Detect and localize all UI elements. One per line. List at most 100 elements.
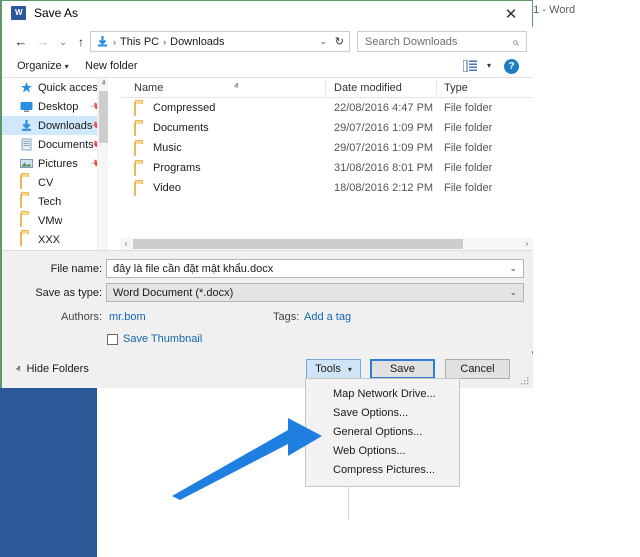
close-icon[interactable]: ✕ bbox=[490, 1, 532, 27]
table-row[interactable]: Music 29/07/2016 1:09 PM File folder bbox=[120, 139, 533, 159]
recent-locations-icon[interactable]: ⌄ bbox=[54, 33, 72, 51]
resize-grip-icon[interactable] bbox=[520, 376, 529, 385]
menu-item-compress-pictures[interactable]: Compress Pictures... bbox=[306, 461, 459, 480]
file-name-value: đây là file cần đặt mật khẩu.docx bbox=[113, 263, 273, 275]
search-input[interactable]: Search Downloads bbox=[365, 36, 457, 48]
scrollbar-thumb[interactable] bbox=[133, 239, 463, 249]
tools-button[interactable]: Tools ▾ bbox=[306, 359, 361, 379]
tools-label: Tools bbox=[315, 363, 341, 375]
folder-icon bbox=[134, 143, 136, 155]
downloads-icon bbox=[96, 35, 109, 48]
sidebar-item-vmw[interactable]: VMw bbox=[2, 211, 108, 230]
column-divider[interactable] bbox=[436, 80, 437, 95]
sidebar-item-tech[interactable]: Tech bbox=[2, 192, 108, 211]
folder-icon bbox=[20, 233, 33, 246]
save-as-type-select[interactable]: Word Document (*.docx) ⌄ bbox=[106, 283, 524, 302]
chevron-down-icon[interactable]: ⌄ bbox=[319, 36, 327, 47]
table-row[interactable]: Compressed 22/08/2016 4:47 PM File folde… bbox=[120, 99, 533, 119]
file-type: File folder bbox=[444, 162, 492, 174]
sidebar-item-quick-access[interactable]: Quick access bbox=[2, 78, 108, 97]
sidebar-item-xxx[interactable]: XXX bbox=[2, 230, 108, 249]
save-thumbnail-label: Save Thumbnail bbox=[123, 333, 202, 345]
sidebar-item-documents[interactable]: Documents 📌 bbox=[2, 135, 108, 154]
file-type: File folder bbox=[444, 102, 492, 114]
scroll-left-icon[interactable]: ‹ bbox=[120, 238, 132, 250]
navigation-pane-scrollbar[interactable]: ⱏ ⱟ bbox=[97, 78, 108, 250]
file-date-modified: 31/08/2016 8:01 PM bbox=[334, 162, 433, 174]
file-date-modified: 22/08/2016 4:47 PM bbox=[334, 102, 433, 114]
add-a-tag-link[interactable]: Add a tag bbox=[304, 311, 351, 323]
scroll-up-icon[interactable]: ⱏ bbox=[98, 78, 109, 90]
address-bar[interactable]: › This PC › Downloads ⌄ ↻ bbox=[90, 31, 350, 52]
authors-label: Authors: bbox=[22, 311, 102, 323]
sidebar-item-desktop[interactable]: Desktop 📌 bbox=[2, 97, 108, 116]
navigation-pane: Quick access Desktop 📌 Downloads bbox=[2, 78, 108, 250]
chevron-down-icon: ▾ bbox=[348, 365, 352, 374]
chevron-up-icon: ⱏ bbox=[16, 364, 20, 374]
save-thumbnail-checkbox[interactable] bbox=[107, 334, 118, 345]
sidebar-item-downloads[interactable]: Downloads 📌 bbox=[2, 116, 108, 135]
chevron-down-icon[interactable]: ⌄ bbox=[509, 263, 517, 274]
new-folder-button[interactable]: New folder bbox=[85, 60, 138, 72]
file-name-input[interactable]: đây là file cần đặt mật khẩu.docx ⌄ bbox=[106, 259, 524, 278]
folder-icon bbox=[20, 195, 33, 208]
chevron-down-icon[interactable]: ⌄ bbox=[509, 287, 517, 298]
navigation-bar: ← → ⌄ ↑ › This PC › Downloads ⌄ ↻ Search… bbox=[2, 27, 533, 55]
breadcrumb-separator-2: › bbox=[163, 37, 166, 47]
menu-item-map-network-drive[interactable]: Map Network Drive... bbox=[306, 385, 459, 404]
file-date-modified: 29/07/2016 1:09 PM bbox=[334, 142, 433, 154]
column-header-type[interactable]: Type bbox=[444, 82, 468, 94]
folder-icon bbox=[134, 183, 136, 195]
table-row[interactable]: Documents 29/07/2016 1:09 PM File folder bbox=[120, 119, 533, 139]
sidebar-item-pictures[interactable]: Pictures 📌 bbox=[2, 154, 108, 173]
breadcrumb-this-pc[interactable]: This PC bbox=[120, 36, 159, 48]
sidebar-item-label: CV bbox=[38, 177, 53, 189]
file-name: Programs bbox=[153, 162, 201, 174]
file-type: File folder bbox=[444, 122, 492, 134]
column-header-label: Name bbox=[134, 82, 163, 94]
menu-item-general-options[interactable]: General Options... bbox=[306, 423, 459, 442]
save-thumbnail-row[interactable]: Save Thumbnail bbox=[107, 333, 202, 345]
file-type: File folder bbox=[444, 142, 492, 154]
folder-icon bbox=[134, 123, 136, 135]
dialog-title: Save As bbox=[34, 6, 78, 20]
menu-item-web-options[interactable]: Web Options... bbox=[306, 442, 459, 461]
refresh-icon[interactable]: ↻ bbox=[335, 35, 344, 48]
column-header-date-modified[interactable]: Date modified bbox=[334, 82, 402, 94]
file-name: Documents bbox=[153, 122, 209, 134]
word-left-blue-panel bbox=[0, 388, 97, 557]
up-icon[interactable]: ↑ bbox=[72, 33, 90, 51]
scroll-down-icon[interactable]: ⱟ bbox=[98, 238, 109, 250]
file-rows: Compressed 22/08/2016 4:47 PM File folde… bbox=[120, 99, 533, 199]
column-header-name[interactable]: Name ⱏ bbox=[134, 82, 163, 94]
view-layout-icon[interactable] bbox=[463, 60, 477, 72]
scroll-right-icon[interactable]: › bbox=[521, 238, 533, 250]
breadcrumb-downloads[interactable]: Downloads bbox=[170, 36, 224, 48]
save-as-type-value: Word Document (*.docx) bbox=[113, 287, 233, 299]
file-name-label: File name: bbox=[22, 263, 102, 275]
table-row[interactable]: Programs 31/08/2016 8:01 PM File folder bbox=[120, 159, 533, 179]
table-row[interactable]: Video 18/08/2016 2:12 PM File folder bbox=[120, 179, 533, 199]
file-name: Video bbox=[153, 182, 181, 194]
save-as-dialog: W Save As ✕ ← → ⌄ ↑ › This PC › Download… bbox=[0, 0, 533, 388]
help-icon[interactable]: ? bbox=[504, 59, 519, 74]
sidebar-item-cv[interactable]: CV bbox=[2, 173, 108, 192]
organize-button[interactable]: Organize ▾ bbox=[17, 60, 69, 72]
authors-value[interactable]: mr.bom bbox=[109, 311, 146, 323]
search-box[interactable]: Search Downloads ⌕ bbox=[357, 31, 527, 52]
save-form: File name: đây là file cần đặt mật khẩu.… bbox=[2, 251, 533, 351]
folder-icon bbox=[134, 163, 136, 175]
chevron-down-icon[interactable]: ▾ bbox=[487, 61, 491, 70]
hide-folders-button[interactable]: ⱏ Hide Folders bbox=[16, 363, 89, 375]
file-list-horizontal-scrollbar[interactable]: ‹ › bbox=[120, 238, 533, 250]
file-date-modified: 29/07/2016 1:09 PM bbox=[334, 122, 433, 134]
menu-item-save-options[interactable]: Save Options... bbox=[306, 404, 459, 423]
scrollbar-thumb[interactable] bbox=[99, 91, 108, 143]
tools-dropdown-menu: Map Network Drive... Save Options... Gen… bbox=[305, 378, 460, 487]
save-button[interactable]: Save bbox=[370, 359, 435, 379]
word-app-icon: W bbox=[11, 6, 26, 20]
back-icon[interactable]: ← bbox=[12, 33, 30, 51]
column-divider[interactable] bbox=[325, 80, 326, 95]
cancel-button[interactable]: Cancel bbox=[445, 359, 510, 379]
forward-icon[interactable]: → bbox=[34, 33, 52, 51]
